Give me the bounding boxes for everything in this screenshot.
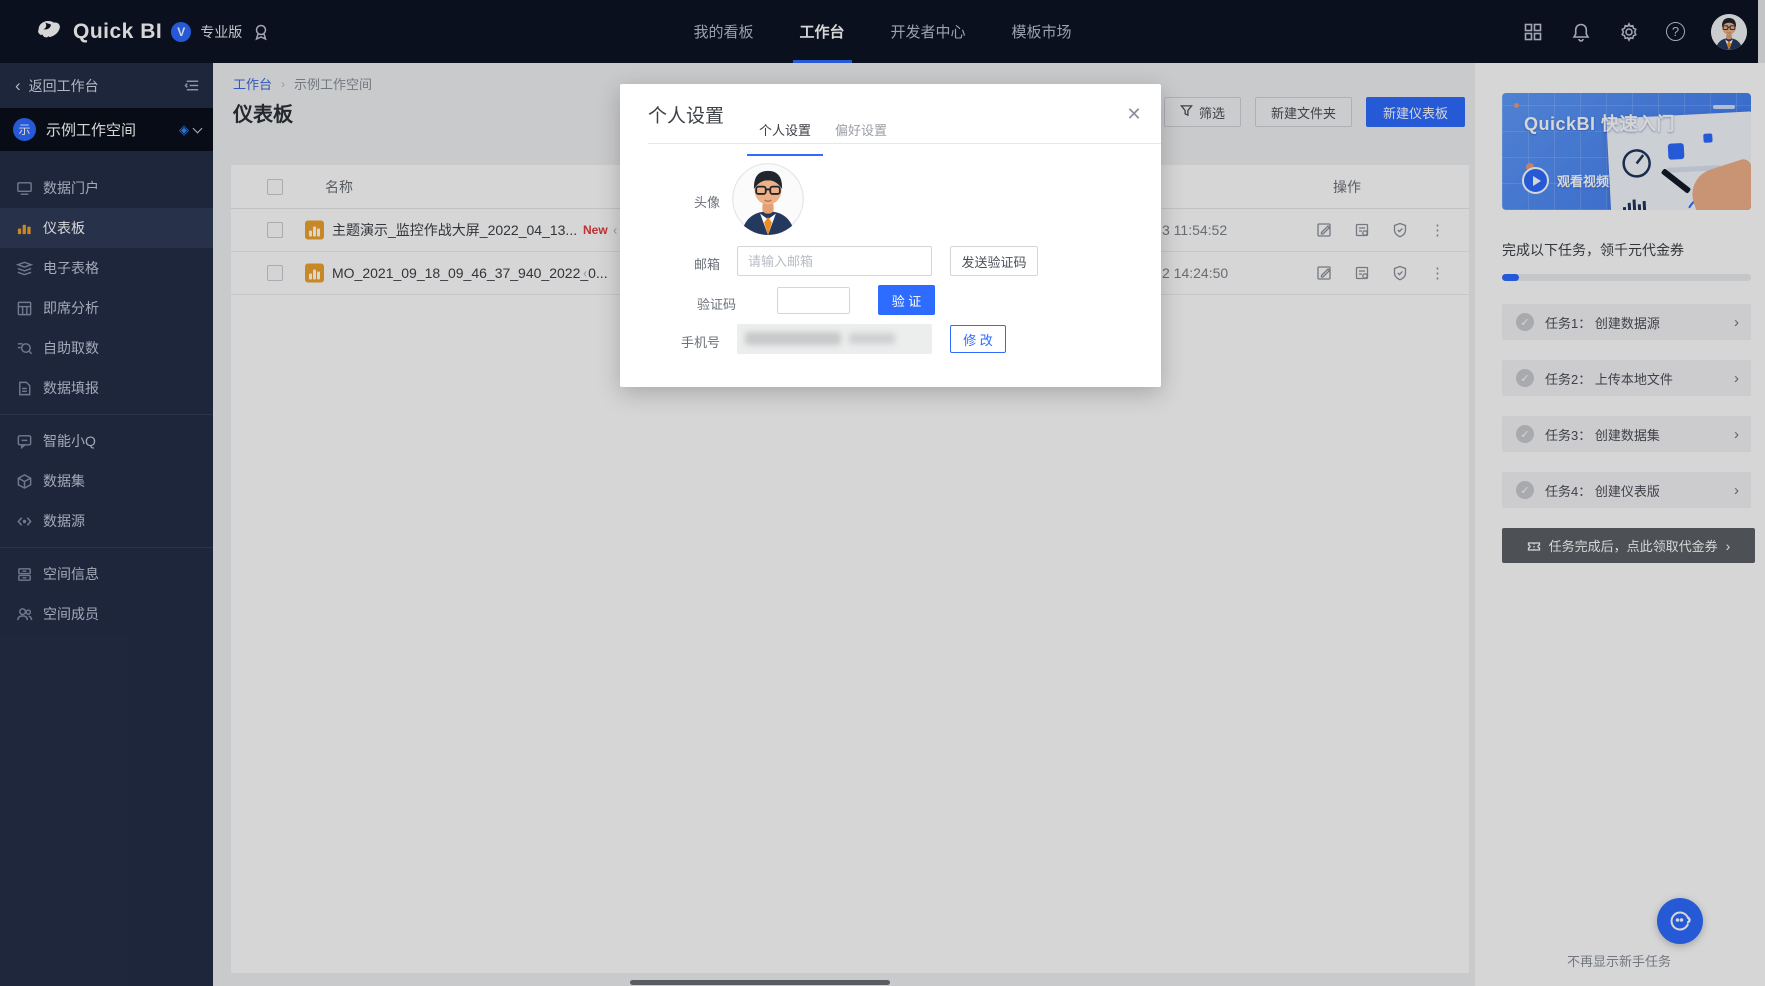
horizontal-scrollbar[interactable] [630,980,890,985]
code-label: 验证码 [690,294,736,313]
modal-tabs: 个人设置 偏好设置 [747,120,899,156]
avatar-label: 头像 [650,192,720,211]
phone-masked-value [737,324,932,354]
personal-settings-modal: 个人设置 个人设置 偏好设置 ✕ 头像 邮箱 发送验证码 验证码 验 证 手机号… [620,84,1161,387]
tab-personal-settings[interactable]: 个人设置 [747,120,823,156]
tab-preference-settings[interactable]: 偏好设置 [823,120,899,156]
verify-button[interactable]: 验 证 [878,285,935,315]
email-label: 邮箱 [650,254,720,273]
phone-label: 手机号 [650,332,720,351]
close-icon[interactable]: ✕ [1122,102,1146,126]
code-input[interactable] [777,287,850,314]
send-code-button[interactable]: 发送验证码 [950,246,1038,276]
email-input[interactable] [737,246,932,276]
modify-phone-button[interactable]: 修 改 [950,325,1006,353]
modal-title: 个人设置 [648,101,724,128]
profile-avatar[interactable] [732,163,804,235]
modal-divider [648,143,1161,144]
